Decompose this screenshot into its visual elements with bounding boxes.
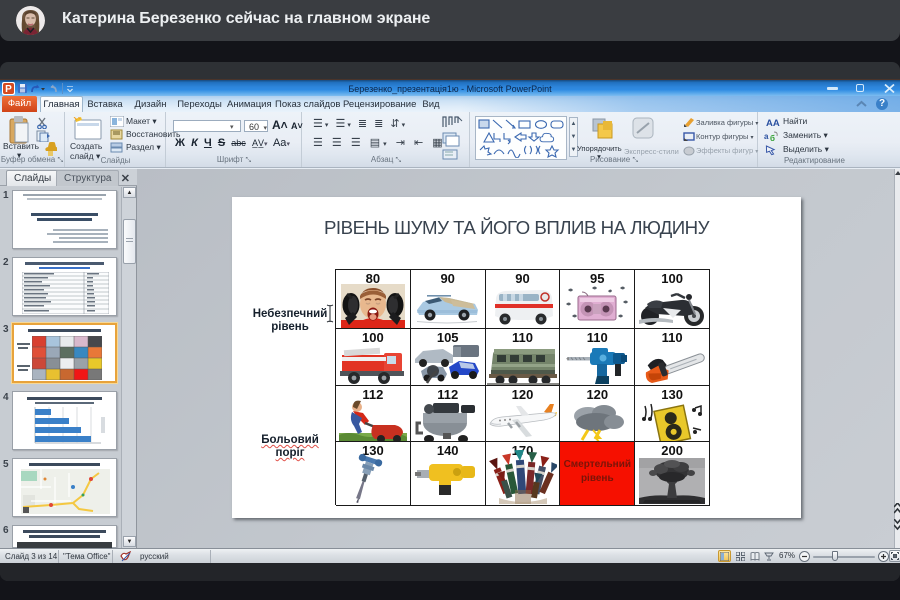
svg-text:АА: АА [766,118,780,128]
svg-text:б: б [770,134,775,142]
svg-text:а: а [764,132,769,141]
